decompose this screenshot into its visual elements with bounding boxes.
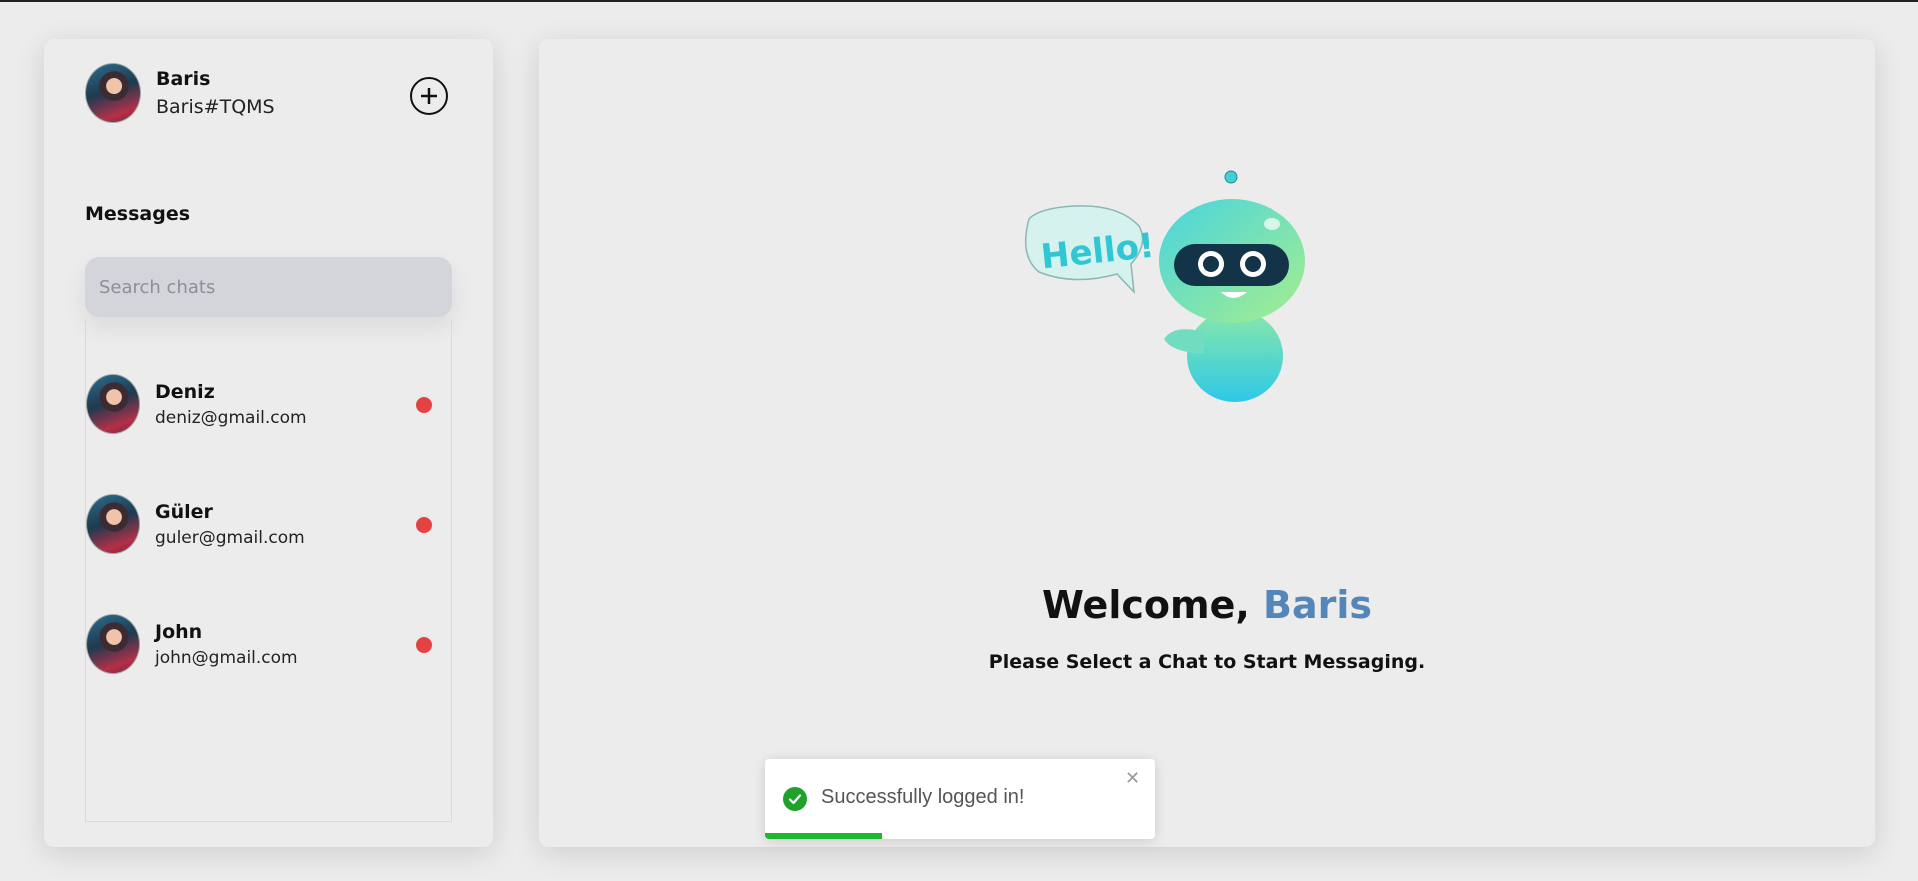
chat-email: john@gmail.com — [155, 647, 298, 668]
chat-name: Deniz — [155, 380, 215, 403]
check-circle-icon — [783, 787, 807, 811]
user-name: Baris — [156, 68, 211, 90]
plus-circle-icon — [421, 88, 437, 104]
chat-name: John — [155, 620, 203, 643]
welcome-heading: Welcome, Baris — [539, 583, 1875, 627]
toast-progress-bar — [765, 833, 882, 839]
welcome-username: Baris — [1263, 583, 1373, 627]
welcome-subtitle: Please Select a Chat to Start Messaging. — [988, 651, 1426, 673]
user-avatar — [85, 63, 141, 123]
messages-heading: Messages — [85, 203, 191, 225]
chat-item-guler[interactable]: Güler guler@gmail.com — [86, 489, 452, 559]
chat-list: Deniz deniz@gmail.com Güler guler@gmail.… — [85, 319, 452, 822]
main-panel: Hello! Welcome, Baris Please Select a Ch… — [539, 39, 1875, 847]
success-toast: Successfully logged in! ✕ — [765, 759, 1155, 839]
welcome-prefix: Welcome, — [1041, 583, 1264, 627]
toast-message: Successfully logged in! — [821, 786, 1025, 808]
search-chats-input[interactable] — [85, 257, 452, 317]
status-dot — [416, 517, 432, 533]
status-dot — [416, 637, 432, 653]
avatar — [86, 374, 140, 434]
robot-illustration: Hello! — [1024, 170, 1305, 402]
chat-item-deniz[interactable]: Deniz deniz@gmail.com — [86, 369, 452, 439]
sidebar: Baris Baris#TQMS Messages Deniz deniz@gm… — [44, 39, 493, 847]
status-dot — [416, 397, 432, 413]
close-icon[interactable]: ✕ — [1125, 768, 1140, 789]
chat-item-john[interactable]: John john@gmail.com — [86, 609, 452, 679]
toast-progress-track — [765, 833, 1155, 839]
avatar — [86, 614, 140, 674]
avatar — [86, 494, 140, 554]
user-profile: Baris Baris#TQMS — [85, 63, 275, 123]
add-chat-button[interactable] — [410, 77, 448, 115]
chat-email: guler@gmail.com — [155, 527, 305, 548]
user-tag: Baris#TQMS — [156, 96, 275, 118]
chat-email: deniz@gmail.com — [155, 407, 307, 428]
chat-name: Güler — [155, 500, 213, 523]
